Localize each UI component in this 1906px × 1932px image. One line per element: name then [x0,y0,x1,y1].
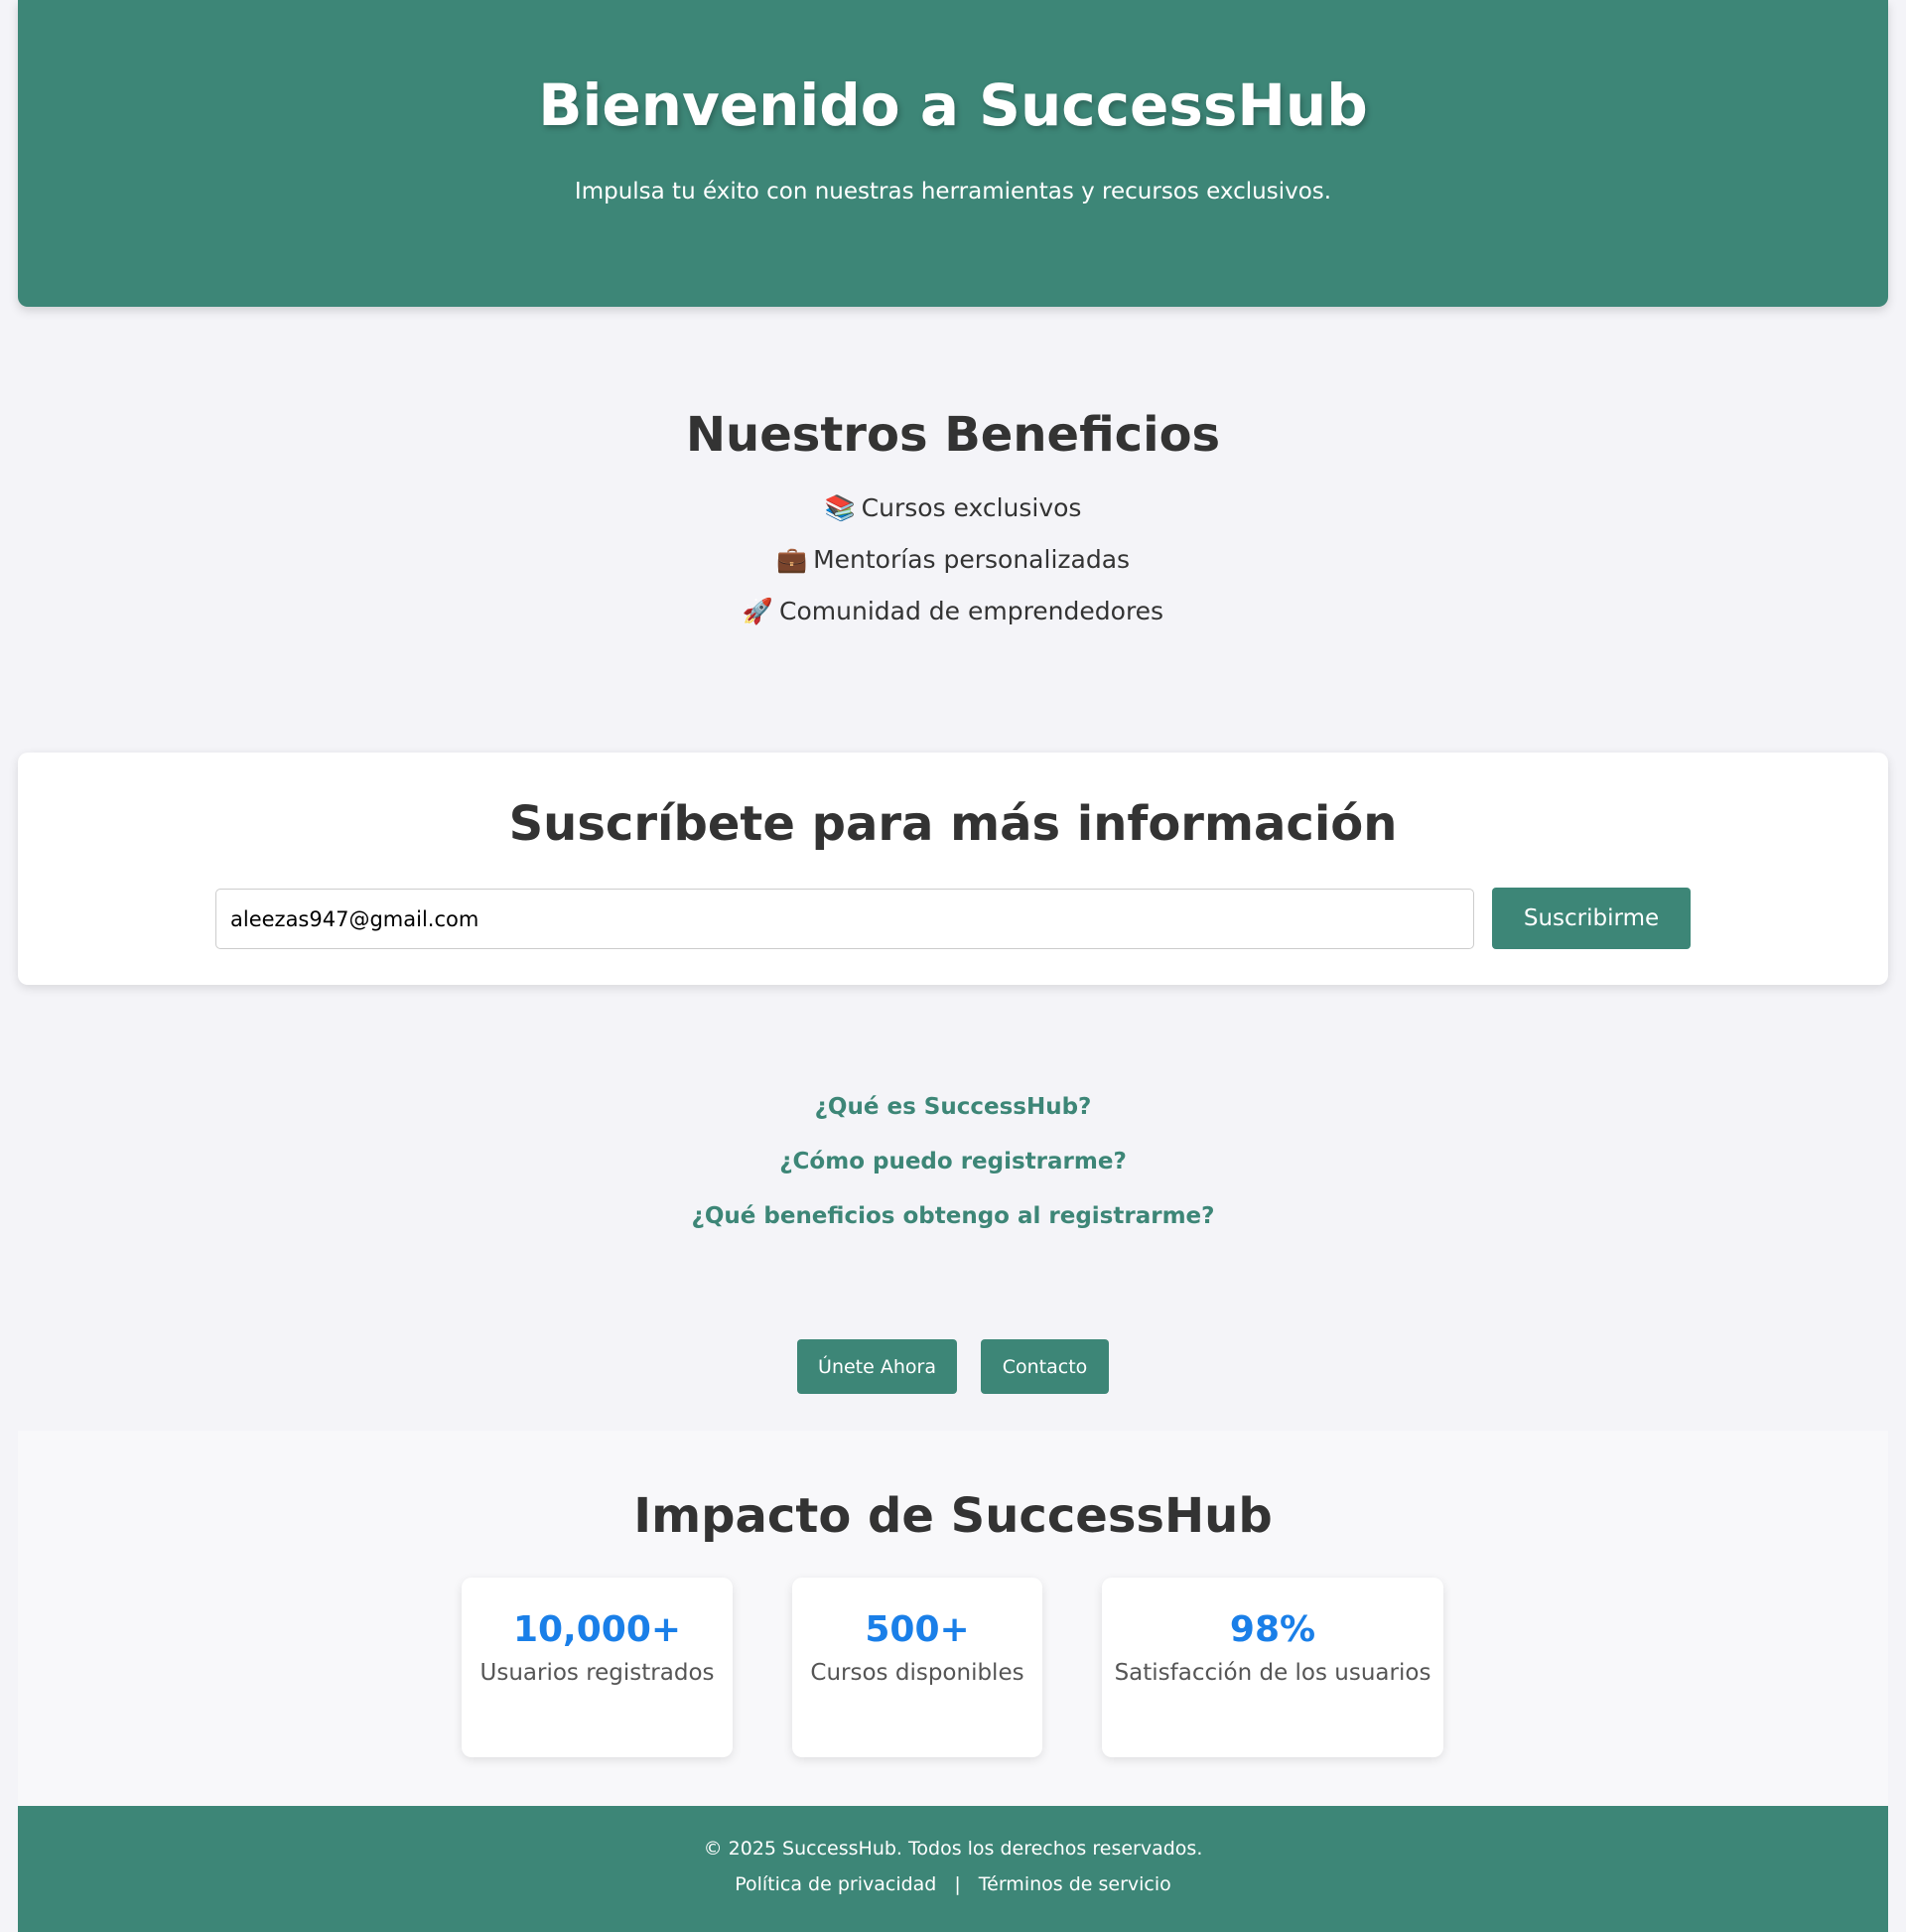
footer-separator: | [954,1873,961,1895]
cta-buttons: Únete Ahora Contacto [0,1339,1906,1394]
stat-value: 500+ [865,1609,970,1650]
stat-value: 98% [1229,1609,1316,1650]
benefit-label: Cursos exclusivos [861,493,1082,522]
hero-title: Bienvenido a SuccessHub [538,71,1368,139]
hero-subtitle: Impulsa tu éxito con nuestras herramient… [574,179,1332,205]
stat-value: 10,000+ [512,1609,682,1650]
faq-link-benefits[interactable]: ¿Qué beneficios obtengo al registrarme? [0,1189,1906,1244]
books-icon: 📚 [824,493,856,522]
impact-section: Impacto de SuccessHub 10,000+ Usuarios r… [18,1431,1888,1806]
stat-card-satisfaction: 98% Satisfacción de los usuarios [1102,1578,1443,1757]
benefits-list: 📚 Cursos exclusivos 💼 Mentorías personaliz… [0,483,1906,637]
faq-section: ¿Qué es SuccessHub? ¿Cómo puedo registra… [0,1080,1906,1244]
benefit-label: Comunidad de emprendedores [779,597,1164,625]
rocket-icon: 🚀 [742,597,774,625]
benefit-item: 💼 Mentorías personalizadas [0,534,1906,586]
stat-label: Usuarios registrados [479,1660,715,1686]
stat-label: Satisfacción de los usuarios [1114,1660,1431,1686]
stat-label: Cursos disponibles [810,1660,1024,1686]
benefits-section: Nuestros Beneficios 📚 Cursos exclusivos 💼… [0,407,1906,637]
privacy-policy-link[interactable]: Política de privacidad [735,1873,936,1895]
email-input[interactable] [215,889,1474,949]
footer-links: Política de privacidad | Términos de servi… [18,1873,1888,1895]
hero-banner: Bienvenido a SuccessHub Impulsa tu éxito… [18,0,1888,307]
footer-copyright: © 2025 SuccessHub. Todos los derechos re… [703,1838,1203,1860]
footer: © 2025 SuccessHub. Todos los derechos re… [18,1806,1888,1932]
join-now-button[interactable]: Únete Ahora [797,1339,957,1394]
faq-link-how-register[interactable]: ¿Cómo puedo registrarme? [0,1135,1906,1189]
impact-title: Impacto de SuccessHub [633,1488,1273,1544]
stat-card-courses: 500+ Cursos disponibles [792,1578,1042,1757]
faq-link-what-is[interactable]: ¿Qué es SuccessHub? [0,1080,1906,1135]
subscribe-title: Suscríbete para más información [508,796,1398,852]
terms-of-service-link[interactable]: Términos de servicio [979,1873,1171,1895]
stat-card-users: 10,000+ Usuarios registrados [462,1578,733,1757]
briefcase-icon: 💼 [775,545,808,574]
subscribe-button[interactable]: Suscribirme [1492,888,1691,949]
benefit-item: 📚 Cursos exclusivos [0,483,1906,534]
benefit-label: Mentorías personalizadas [813,545,1131,574]
benefits-title: Nuestros Beneficios [685,407,1221,463]
subscribe-card: Suscríbete para más información Suscribi… [18,753,1888,985]
contact-button[interactable]: Contacto [981,1339,1109,1394]
benefit-item: 🚀 Comunidad de emprendedores [0,586,1906,637]
